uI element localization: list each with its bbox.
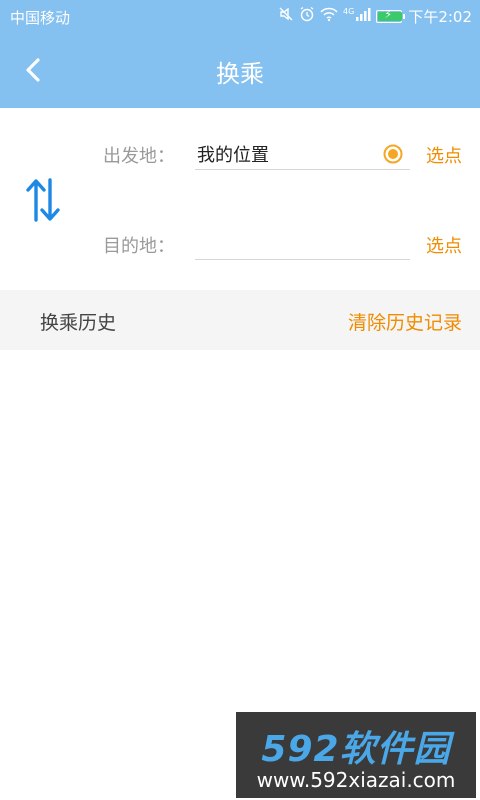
destination-label: 目的地： — [103, 236, 175, 257]
destination-row: 目的地： 选点 — [0, 224, 480, 264]
destination-pick-button[interactable]: 选点 — [426, 232, 462, 258]
mute-icon — [278, 6, 294, 26]
network-type-label: 4G — [343, 7, 355, 16]
status-bar: 中国移动 4G ⚡ 下午2:02 — [0, 0, 480, 32]
status-icons: 4G ⚡ 下午2:02 — [273, 5, 472, 27]
title-bar: 换乘 — [0, 32, 480, 108]
swap-button[interactable] — [24, 176, 64, 224]
watermark-logo: 592软件园 www.592xiazai.com — [236, 712, 476, 798]
watermark-url: www.592xiazai.com — [256, 768, 456, 792]
origin-row: 出发地： 选点 — [0, 134, 480, 174]
watermark-logo-text: 592软件园 — [261, 729, 451, 770]
alarm-icon — [299, 6, 315, 26]
status-time: 下午2:02 — [408, 7, 472, 26]
battery-icon: ⚡ — [376, 8, 406, 23]
carrier-name: 中国移动 — [10, 9, 71, 27]
clear-history-button[interactable]: 清除历史记录 — [348, 308, 462, 335]
page-title: 换乘 — [216, 60, 264, 88]
destination-input[interactable] — [195, 228, 410, 260]
origin-label: 出发地： — [103, 146, 175, 167]
route-form: 出发地： 选点 目的地： 选点 — [0, 108, 480, 290]
origin-input[interactable] — [195, 138, 410, 170]
signal-icon — [355, 6, 371, 26]
history-title: 换乘历史 — [40, 312, 117, 334]
my-location-icon[interactable] — [383, 144, 403, 164]
swap-arrows-icon — [26, 178, 60, 222]
wifi-icon — [320, 6, 338, 26]
origin-pick-button[interactable]: 选点 — [426, 142, 462, 168]
history-header: 换乘历史 清除历史记录 — [0, 290, 480, 350]
